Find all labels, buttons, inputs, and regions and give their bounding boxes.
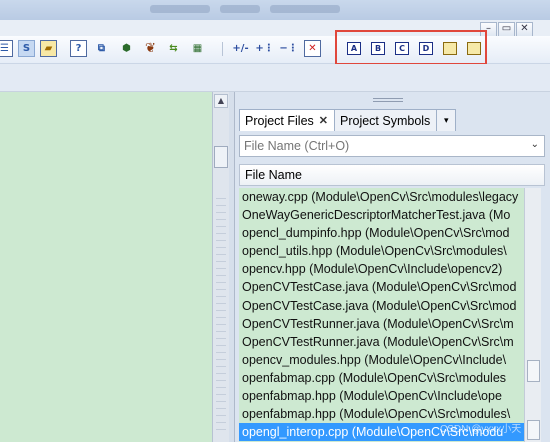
file-list-row[interactable]: openfabmap.cpp (Module\OpenCv\Src\module… xyxy=(239,369,524,387)
relation-icon[interactable]: ⬢ xyxy=(118,40,135,57)
blurred-title-1 xyxy=(150,5,210,13)
file-list-row[interactable]: oneway.cpp (Module\OpenCv\Src\modules\le… xyxy=(239,188,524,206)
watermark: CSDN @yxxx小天 xyxy=(440,424,522,435)
close-icon[interactable]: ✕ xyxy=(319,114,328,127)
file-list-row[interactable]: OneWayGenericDescriptorMatcherTest.java … xyxy=(239,206,524,224)
file-list-row[interactable]: opencv.hpp (Module\OpenCv\Include\opencv… xyxy=(239,260,524,278)
editor-area[interactable] xyxy=(0,92,212,442)
sync-icon[interactable]: ⇆ xyxy=(165,40,182,57)
tab-menu-icon[interactable]: ▾ xyxy=(436,109,457,131)
close-button[interactable]: ✕ xyxy=(516,22,533,37)
tab-label: Project Symbols xyxy=(340,113,431,128)
remove-lines-icon[interactable]: −⋮ xyxy=(279,40,297,57)
file-list-row[interactable]: opencl_dumpinfo.hpp (Module\OpenCv\Src\m… xyxy=(239,224,524,242)
tab-project-symbols[interactable]: Project Symbols xyxy=(334,109,438,131)
editor-scrollbar[interactable]: ▲ xyxy=(212,92,229,442)
file-list-row[interactable]: opencl_utils.hpp (Module\OpenCv\Src\modu… xyxy=(239,242,524,260)
file-list-row[interactable]: OpenCVTestRunner.java (Module\OpenCv\Src… xyxy=(239,315,524,333)
chevron-down-icon[interactable]: ⌄ xyxy=(531,139,539,150)
scroll-thumb[interactable] xyxy=(214,146,228,168)
symbol-icon[interactable]: S xyxy=(18,40,35,57)
file-list-scrollbar[interactable] xyxy=(524,188,541,442)
panel-grip[interactable] xyxy=(373,98,403,104)
blurred-title-2 xyxy=(220,5,260,13)
restore-button[interactable]: ▭ xyxy=(498,22,515,37)
toggle-sign-icon[interactable]: +/- xyxy=(232,40,249,57)
file-list-row[interactable]: OpenCVTestRunner.java (Module\OpenCv\Src… xyxy=(239,333,524,351)
highlight-annotation xyxy=(335,30,487,65)
tab-project-files[interactable]: Project Files ✕ xyxy=(239,109,335,131)
window-list-icon[interactable]: ⧉ xyxy=(93,40,110,57)
file-name-filter[interactable]: ⌄ xyxy=(239,135,545,157)
title-bar xyxy=(0,0,550,20)
help-icon[interactable]: ? xyxy=(70,40,87,57)
project-panel: Project Files ✕ Project Symbols ▾ ⌄ File… xyxy=(234,92,550,442)
scroll-track[interactable] xyxy=(216,192,226,432)
file-list-row[interactable]: OpenCVTestCase.java (Module\OpenCv\Src\m… xyxy=(239,297,524,315)
file-list-row[interactable]: opencv_modules.hpp (Module\OpenCv\Includ… xyxy=(239,351,524,369)
add-lines-icon[interactable]: +⋮ xyxy=(255,40,273,57)
scroll-up-icon[interactable]: ▲ xyxy=(214,94,228,108)
blurred-title-3 xyxy=(270,5,340,13)
outline-icon[interactable]: ☰ xyxy=(0,40,13,57)
delete-icon[interactable]: ✕ xyxy=(304,40,321,57)
split-icon[interactable]: ▦ xyxy=(189,40,206,57)
tab-label: Project Files xyxy=(245,113,314,128)
separator xyxy=(222,42,223,56)
scroll-thumb-lower[interactable] xyxy=(527,420,540,440)
file-list-row[interactable]: OpenCVTestCase.java (Module\OpenCv\Src\m… xyxy=(239,278,524,296)
folder-icon[interactable]: ▰ xyxy=(40,40,57,57)
secondary-toolbar xyxy=(0,64,550,92)
bird-icon[interactable]: ❦ xyxy=(142,40,159,57)
file-name-input[interactable] xyxy=(240,136,520,156)
file-list: oneway.cpp (Module\OpenCv\Src\modules\le… xyxy=(239,188,524,442)
column-header-file-name[interactable]: File Name xyxy=(239,164,545,186)
scroll-thumb[interactable] xyxy=(527,360,540,382)
file-list-row[interactable]: openfabmap.hpp (Module\OpenCv\Include\op… xyxy=(239,387,524,405)
panel-tabs: Project Files ✕ Project Symbols ▾ xyxy=(239,109,457,131)
